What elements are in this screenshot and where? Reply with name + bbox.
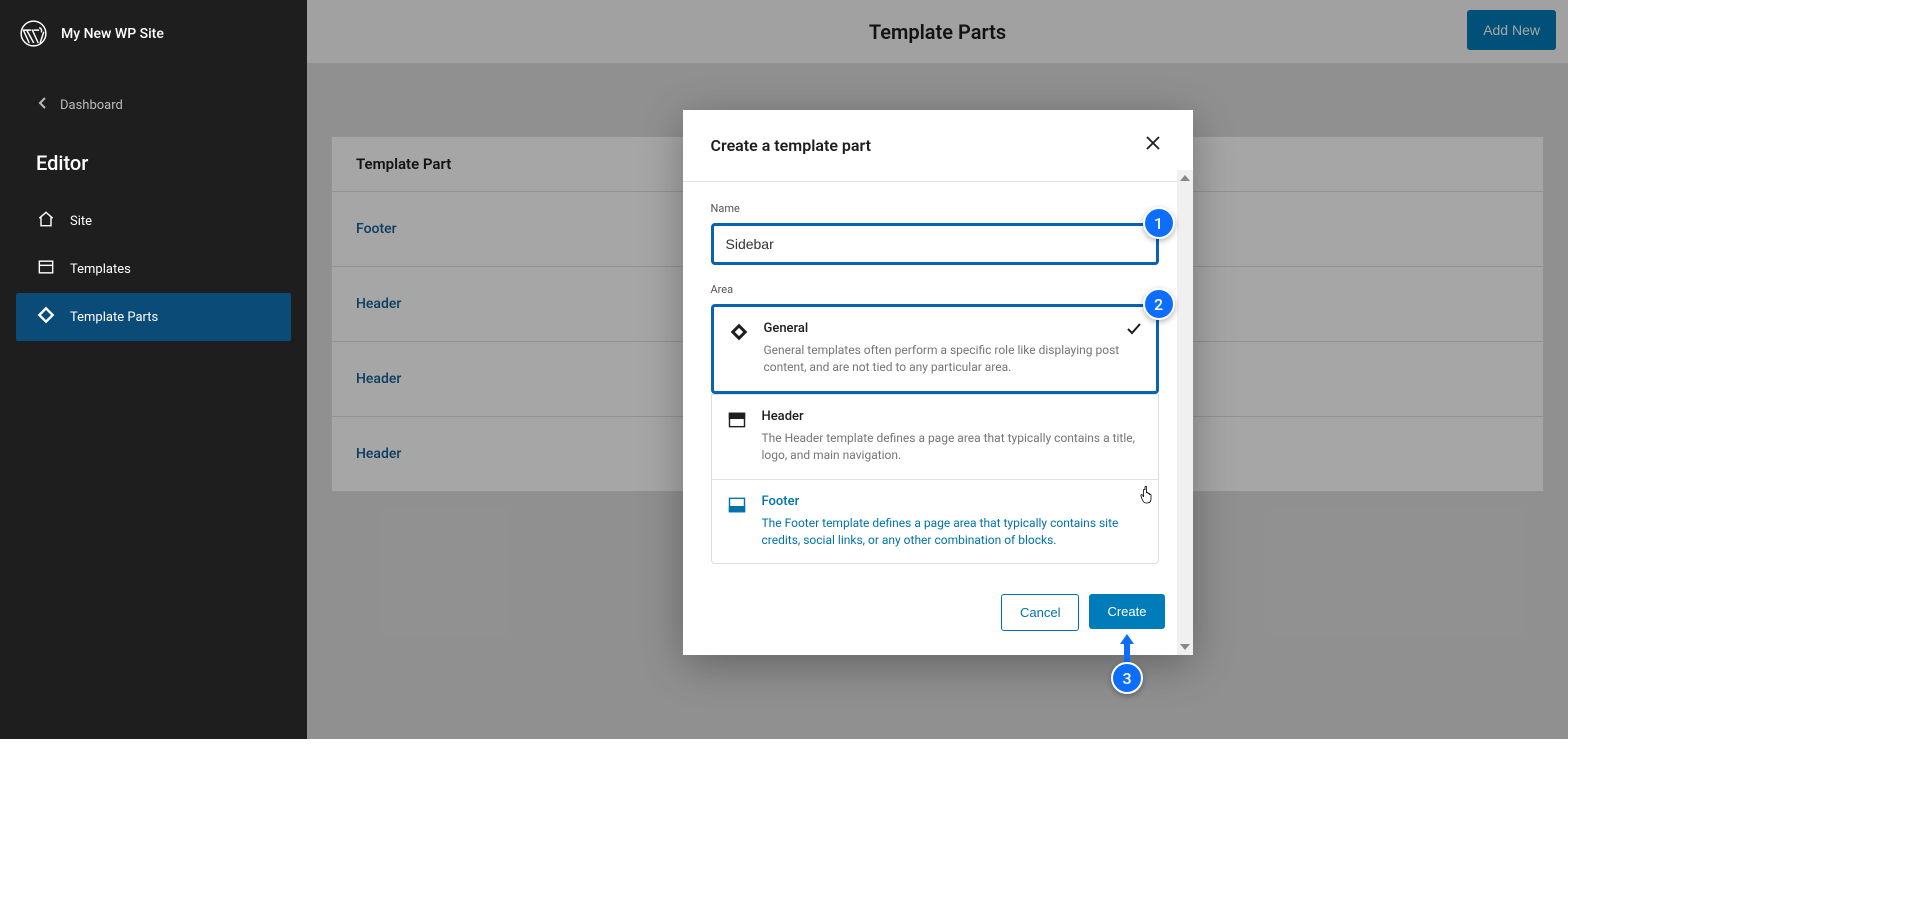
modal-footer: Cancel Create 3: [683, 576, 1193, 655]
sidebar-nav-site[interactable]: Site: [16, 197, 291, 245]
close-button[interactable]: [1141, 130, 1165, 161]
modal-overlay: Create a template part Name: [307, 0, 1568, 739]
main-content: Template Parts Add New Template Part Add…: [307, 0, 1568, 739]
name-input[interactable]: [711, 223, 1159, 265]
header-icon: [726, 409, 748, 431]
area-option-desc: The Footer template defines a page area …: [762, 515, 1144, 550]
area-option-name: General: [764, 321, 1142, 336]
area-option-name: Header: [762, 409, 1144, 424]
callout-badge-1: 1: [1143, 207, 1175, 239]
area-option-desc: General templates often perform a specif…: [764, 342, 1142, 377]
callout-badge-3: 3: [1111, 662, 1143, 694]
general-icon: [728, 321, 750, 343]
area-option-general[interactable]: General General templates often perform …: [714, 307, 1156, 391]
cancel-button[interactable]: Cancel: [1001, 594, 1079, 631]
modal-body: Name 1 Area 2: [683, 182, 1193, 576]
nav-label: Site: [70, 214, 92, 229]
sidebar-header: My New WP Site: [0, 0, 307, 67]
site-name[interactable]: My New WP Site: [61, 26, 164, 42]
create-button[interactable]: Create: [1089, 594, 1164, 629]
callout-badge-2: 2: [1143, 288, 1175, 320]
sidebar-nav-templates[interactable]: Templates: [16, 245, 291, 293]
modal-title: Create a template part: [711, 136, 872, 155]
home-icon: [36, 209, 56, 233]
layout-icon: [36, 257, 56, 281]
back-to-dashboard-link[interactable]: Dashboard: [0, 67, 307, 133]
area-option-header[interactable]: Header The Header template defines a pag…: [712, 394, 1158, 479]
sidebar: My New WP Site Dashboard Editor Site Tem…: [0, 0, 307, 739]
check-icon: [1126, 321, 1142, 341]
back-label: Dashboard: [60, 98, 123, 113]
area-field-label: Area: [711, 283, 1159, 296]
chevron-left-icon: [38, 97, 48, 113]
scroll-down-icon[interactable]: [1177, 639, 1193, 655]
create-template-part-modal: Create a template part Name: [683, 110, 1193, 655]
area-options-rest: Header The Header template defines a pag…: [711, 394, 1159, 565]
sidebar-nav: Site Templates Template Parts: [0, 197, 307, 341]
footer-icon: [726, 494, 748, 516]
modal-header: Create a template part: [683, 110, 1193, 182]
nav-label: Template Parts: [70, 310, 158, 325]
nav-label: Templates: [70, 262, 131, 277]
close-icon: [1145, 134, 1161, 156]
template-part-icon: [36, 305, 56, 329]
area-option-name: Footer: [762, 494, 1144, 509]
area-option-selected-box: General General templates often perform …: [711, 304, 1159, 394]
sidebar-title: Editor: [0, 133, 307, 197]
sidebar-nav-template-parts[interactable]: Template Parts: [16, 293, 291, 341]
area-option-footer[interactable]: Footer The Footer template defines a pag…: [712, 479, 1158, 564]
name-field-label: Name: [711, 202, 1159, 215]
cursor-pointer-icon: [1140, 486, 1154, 552]
wordpress-logo-icon[interactable]: [20, 20, 47, 47]
area-option-desc: The Header template defines a page area …: [762, 430, 1144, 465]
